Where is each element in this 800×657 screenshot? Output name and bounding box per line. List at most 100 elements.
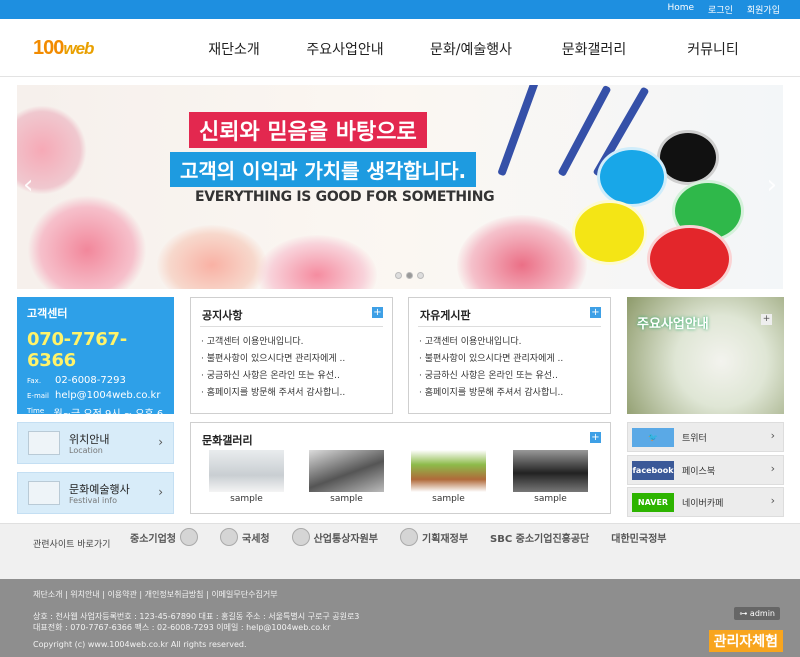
paint-pot-image xyxy=(597,147,667,207)
admin-button[interactable]: ⊶ admin xyxy=(734,607,780,620)
nav-item-business[interactable]: 주요사업안내 xyxy=(278,39,412,59)
chevron-right-icon: › xyxy=(770,494,775,507)
related-site-name: 산업통상자원부 xyxy=(313,533,379,545)
footer-address-line: 상호 : 천사웹 사업자등록번호 : 123-45-67890 대표 : 홍길동… xyxy=(33,612,360,621)
gallery-panel: 문화갤러리 + sample sample sample sample xyxy=(190,422,611,514)
logo-number: 100 xyxy=(33,37,64,59)
flower-image xyxy=(157,225,267,289)
related-site-name: 대한민국정부 xyxy=(611,533,667,545)
naver-icon: NAVER xyxy=(632,493,674,512)
related-sites-label: 관련사이트 바로가기 xyxy=(33,540,111,550)
header: 100web 재단소개 주요사업안내 문화/예술행사 문화갤러리 커뮤니티 xyxy=(0,19,800,77)
divider xyxy=(200,326,383,327)
flower-image xyxy=(457,215,587,289)
slide-prev-icon[interactable]: ‹ xyxy=(23,170,33,200)
gallery-caption: sample xyxy=(330,494,363,504)
twitter-icon: 🐦 xyxy=(632,428,674,447)
gallery-thumbnail xyxy=(411,450,486,492)
notice-item[interactable]: · 홈페이지를 방문해 주셔서 감사합니.. xyxy=(201,385,345,402)
board-item[interactable]: · 홈페이지를 방문해 주셔서 감사합니.. xyxy=(419,385,563,402)
fax-label: Fax. xyxy=(27,377,42,385)
laptop-icon xyxy=(28,481,60,505)
related-site-logo[interactable]: SBC 중소기업진흥공단 xyxy=(490,530,589,545)
more-plus-icon[interactable]: + xyxy=(590,307,601,318)
fax-number: 02-6008-7293 xyxy=(55,375,126,386)
board-panel: 자유게시판 + · 고객센터 이용안내입니다. · 불편사항이 있으시다면 관리… xyxy=(408,297,611,414)
logo-word: web xyxy=(63,39,94,58)
related-site-logo[interactable]: 중소기업청 xyxy=(130,528,198,546)
slide-next-icon[interactable]: › xyxy=(767,170,777,200)
gallery-thumbnail xyxy=(209,450,284,492)
hero-subheadline: 고객의 이익과 가치를 생각합니다. xyxy=(170,152,477,187)
slide-dot[interactable] xyxy=(395,272,402,279)
slide-indicators xyxy=(395,272,424,279)
naver-link[interactable]: NAVER 네이버카페 › xyxy=(627,487,784,517)
location-label: 위치안내 xyxy=(69,433,110,446)
slide-dot-active[interactable] xyxy=(406,272,413,279)
book-icon xyxy=(28,431,60,455)
location-link[interactable]: 위치안내 Location › xyxy=(17,422,174,464)
board-item[interactable]: · 궁금하신 사항은 온라인 또는 유선.. xyxy=(419,368,563,385)
gallery-item[interactable]: sample xyxy=(411,450,486,504)
top-links: Home 로그인 회원가입 xyxy=(667,3,780,16)
business-banner[interactable]: 주요사업안내 + xyxy=(627,297,784,414)
facebook-icon: facebook xyxy=(632,461,674,480)
facebook-link[interactable]: facebook 페이스북 › xyxy=(627,455,784,485)
emblem-icon xyxy=(220,528,238,546)
paint-pot-image xyxy=(572,200,647,265)
related-site-logo[interactable]: 산업통상자원부 xyxy=(291,528,379,546)
gallery-item[interactable]: sample xyxy=(513,450,588,504)
gallery-item[interactable]: sample xyxy=(309,450,384,504)
footer-menu[interactable]: 재단소개 | 위치안내 | 이용약관 | 개인정보취급방침 | 이메일무단수집거… xyxy=(33,589,278,600)
hero-slogan: EVERYTHING IS GOOD FOR SOMETHING xyxy=(195,189,495,205)
gallery-caption: sample xyxy=(534,494,567,504)
twitter-label: 트위터 xyxy=(682,434,707,444)
chevron-right-icon: › xyxy=(158,435,163,449)
nav-item-gallery[interactable]: 문화갤러리 xyxy=(530,39,658,59)
login-link[interactable]: 로그인 xyxy=(708,3,733,16)
gallery-item[interactable]: sample xyxy=(209,450,284,504)
chevron-right-icon: › xyxy=(770,429,775,442)
paint-pot-image xyxy=(647,225,732,289)
gallery-thumbnail xyxy=(513,450,588,492)
top-bar: Home 로그인 회원가입 xyxy=(0,0,800,19)
related-site-name: 중소기업청 xyxy=(130,533,176,545)
divider xyxy=(418,326,601,327)
notice-item[interactable]: · 궁금하신 사항은 온라인 또는 유선.. xyxy=(201,368,345,385)
related-logos: 중소기업청 국세청 산업통상자원부 기획재정부 SBC 중소기업진흥공단 대한민… xyxy=(130,528,688,546)
nav-item-community[interactable]: 커뮤니티 xyxy=(658,39,768,59)
customer-phone: 070-7767-6366 xyxy=(27,329,127,371)
nav-item-events[interactable]: 문화/예술행사 xyxy=(412,39,530,59)
related-site-name: 국세청 xyxy=(242,533,270,545)
main-nav: 재단소개 주요사업안내 문화/예술행사 문화갤러리 커뮤니티 xyxy=(190,39,790,59)
email-address: help@1004web.co.kr xyxy=(55,390,161,401)
paintbrush-image xyxy=(497,85,539,177)
related-site-logo[interactable]: 기획재정부 xyxy=(400,528,468,546)
related-site-logo[interactable]: 국세청 xyxy=(220,528,270,546)
related-sites: 관련사이트 바로가기 중소기업청 국세청 산업통상자원부 기획재정부 SBC 중… xyxy=(0,523,800,579)
admin-experience-button[interactable]: 관리자체험 xyxy=(708,630,783,652)
twitter-link[interactable]: 🐦 트위터 › xyxy=(627,422,784,452)
more-plus-icon[interactable]: + xyxy=(372,307,383,318)
footer-address: 상호 : 천사웹 사업자등록번호 : 123-45-67890 대표 : 홍길동… xyxy=(33,611,359,633)
gallery-caption: sample xyxy=(432,494,465,504)
nav-item-about[interactable]: 재단소개 xyxy=(190,39,278,59)
naver-label: 네이버카페 xyxy=(682,499,724,509)
logo[interactable]: 100web xyxy=(33,37,94,60)
business-title: 주요사업안내 xyxy=(637,317,709,332)
more-plus-icon[interactable]: + xyxy=(761,314,772,325)
home-link[interactable]: Home xyxy=(667,3,694,16)
gallery-caption: sample xyxy=(230,494,263,504)
related-site-logo[interactable]: 대한민국정부 xyxy=(611,530,666,545)
more-plus-icon[interactable]: + xyxy=(590,432,601,443)
board-item[interactable]: · 고객센터 이용안내입니다. xyxy=(419,334,563,351)
chevron-right-icon: › xyxy=(158,485,163,499)
emblem-icon xyxy=(400,528,419,546)
copyright: Copyright (c) www.1004web.co.kr All righ… xyxy=(33,640,247,649)
signup-link[interactable]: 회원가입 xyxy=(747,3,780,16)
slide-dot[interactable] xyxy=(417,272,424,279)
notice-item[interactable]: · 불편사항이 있으시다면 관리자에게 .. xyxy=(201,351,345,368)
notice-item[interactable]: · 고객센터 이용안내입니다. xyxy=(201,334,345,351)
board-item[interactable]: · 불편사항이 있으시다면 관리자에게 .. xyxy=(419,351,563,368)
festival-link[interactable]: 문화예술행사 Festival info › xyxy=(17,472,174,514)
